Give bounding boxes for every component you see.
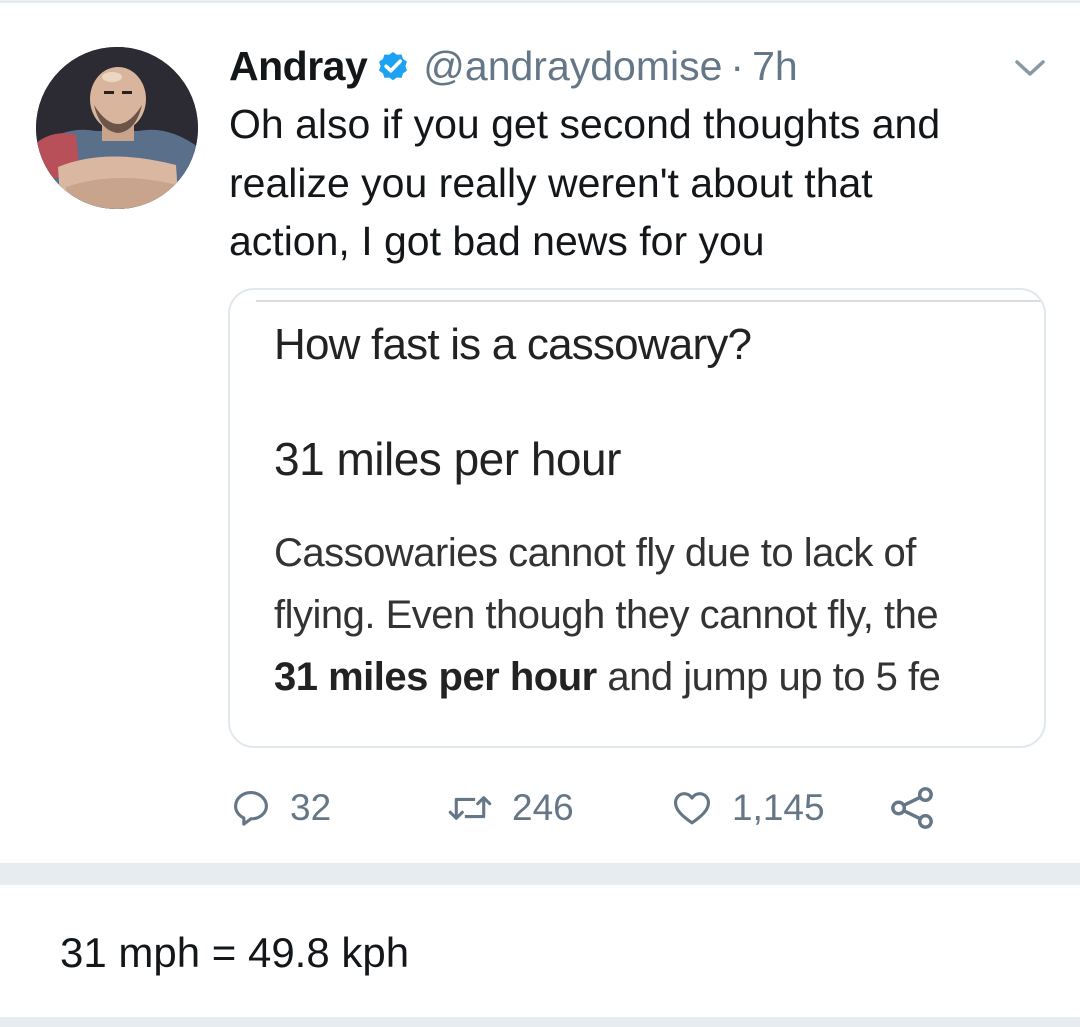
header-separator: ·	[730, 42, 745, 89]
tweet-header: Andray @andraydomise · 7h	[229, 41, 798, 91]
retweet-button[interactable]: 246	[446, 783, 574, 833]
caption-block: 31 mph = 49.8 kph	[0, 885, 1080, 1017]
share-button[interactable]	[886, 783, 938, 833]
snippet-line: flying. Even though they cannot fly, the	[274, 593, 939, 637]
retweet-count: 246	[512, 787, 574, 828]
like-count: 1,145	[732, 787, 825, 828]
tweet-text: Oh also if you get second thoughts and r…	[229, 95, 1049, 271]
reply-button[interactable]: 32	[230, 783, 331, 833]
section-divider	[0, 863, 1080, 885]
snippet-line: Cassowaries cannot fly due to lack of	[274, 531, 916, 575]
caption-text: 31 mph = 49.8 kph	[60, 929, 410, 976]
tweet[interactable]: Andray @andraydomise · 7h Oh also if you…	[0, 3, 1080, 863]
card-answer: 31 miles per hour	[274, 433, 621, 485]
retweet-icon	[448, 796, 492, 820]
share-icon	[891, 787, 933, 829]
card-divider	[256, 300, 1044, 302]
reply-icon	[234, 791, 268, 826]
snippet-bold: 31 miles per hour	[274, 655, 597, 699]
avatar[interactable]	[36, 47, 198, 209]
anime-character-avatar	[36, 47, 198, 209]
card-snippet: Cassowaries cannot fly due to lack of fl…	[274, 522, 1034, 708]
card-question: How fast is a cassowary?	[274, 320, 752, 369]
user-handle[interactable]: @andraydomise	[423, 43, 722, 90]
quoted-image-card[interactable]: How fast is a cassowary? 31 miles per ho…	[228, 288, 1046, 748]
like-button[interactable]: 1,145	[670, 783, 825, 833]
reply-count: 32	[290, 787, 332, 828]
bottom-divider	[0, 1017, 1080, 1027]
tweet-menu-button[interactable]	[1010, 51, 1050, 85]
chevron-down-icon	[1015, 60, 1045, 76]
snippet-line: 31 miles per hour and jump up to 5 fe	[274, 646, 1034, 708]
tweet-text-line: Oh also if you get second thoughts and	[229, 101, 941, 147]
tweet-text-line: action, I got bad news for you	[229, 218, 765, 264]
tweet-text-line: realize you really weren't about that	[229, 159, 873, 206]
snippet-rest: and jump up to 5 fe	[596, 655, 941, 699]
tweet-actions: 32 246 1,145	[230, 783, 1010, 833]
heart-icon	[673, 792, 711, 825]
display-name[interactable]: Andray	[229, 43, 368, 90]
timestamp[interactable]: 7h	[752, 43, 798, 90]
verified-badge-icon	[375, 48, 411, 84]
